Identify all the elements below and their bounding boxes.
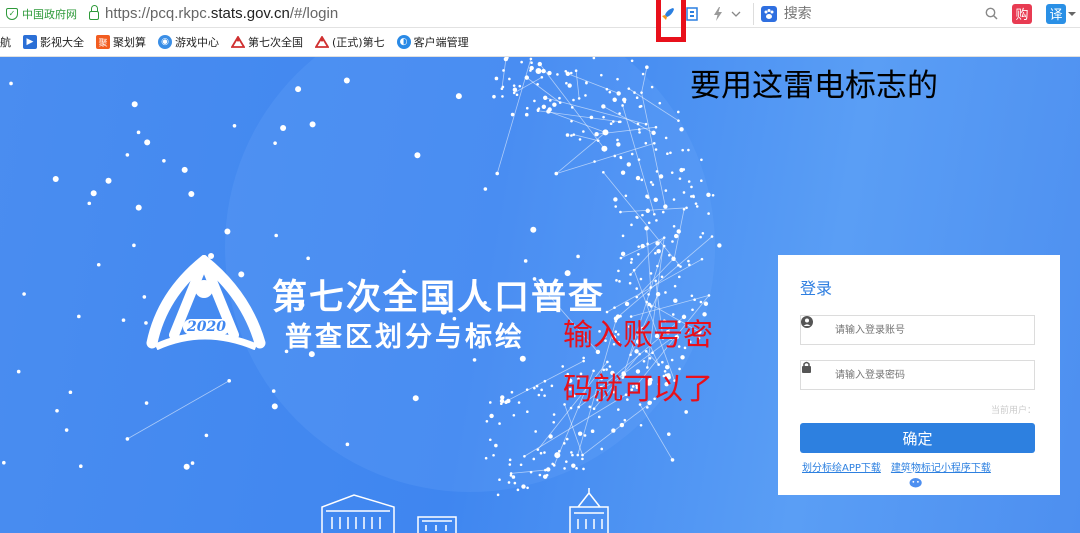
site-badge: ✓ 中国政府网: [6, 6, 77, 22]
ju-icon: 聚: [96, 35, 110, 49]
bookmark-label: 游戏中心: [175, 36, 219, 49]
highlight-box: [656, 0, 686, 42]
submit-button[interactable]: 确定: [800, 423, 1035, 453]
account-input[interactable]: [833, 323, 1027, 337]
bookmarks-bar: 航 ▶ 影视大全 聚 聚划算 ◉ 游戏中心 第七次全国 (正式)第七 ◐ 客户端…: [0, 28, 1080, 57]
building-outlines: [321, 488, 609, 533]
url-suffix: /#/login: [289, 5, 339, 22]
game-icon: ◉: [158, 35, 172, 49]
bookmark-label: 第七次全国: [248, 36, 303, 49]
hero-subtitle: 普查区划分与标绘: [285, 322, 525, 353]
password-field[interactable]: [800, 360, 1035, 390]
translate-button[interactable]: 译: [1046, 3, 1066, 24]
census-logo-icon: [315, 35, 329, 49]
user-icon: [801, 316, 825, 337]
bookmark-film[interactable]: ▶ 影视大全: [23, 34, 84, 50]
logo-year: 2020: [183, 319, 230, 335]
client-icon: ◐: [396, 35, 411, 49]
census-logo-icon: [231, 35, 245, 49]
watermark: 兰陵统计: [900, 470, 984, 500]
shop-button[interactable]: 购: [1012, 3, 1032, 24]
lock-icon: [802, 361, 825, 382]
hero-title: 第七次全国人口普查: [272, 277, 606, 318]
toolbar-right: 购 译: [659, 0, 1080, 27]
annotation-top: 要用这雷电标志的: [690, 68, 938, 104]
bookmark-label: 聚划算: [113, 36, 146, 49]
search-icon[interactable]: [982, 5, 1000, 23]
annotation-red-line1: 输入账号密: [563, 318, 713, 353]
bookmark-label: 航: [0, 36, 11, 49]
bookmark-census-official[interactable]: (正式)第七: [315, 34, 385, 50]
bookmark-nav[interactable]: 航: [0, 34, 11, 50]
bookmark-label: 客户端管理: [413, 36, 469, 49]
current-user-label: 当前用户：: [990, 406, 1036, 416]
shield-icon: ✓: [6, 7, 18, 20]
bookmark-label: (正式)第七: [332, 36, 385, 49]
site-badge-label: 中国政府网: [22, 7, 77, 21]
bookmark-juhuasuan[interactable]: 聚 聚划算: [96, 34, 146, 50]
paw-icon: [760, 5, 778, 23]
login-card: 登录 当前用户： 确定 划分标绘APP下载 建筑物标记小程序下载: [778, 255, 1060, 495]
password-input[interactable]: [833, 368, 1027, 382]
bookmark-label: 影视大全: [40, 36, 84, 49]
film-icon: ▶: [23, 35, 37, 49]
lock-icon: [89, 5, 99, 20]
url-domain: stats.gov.cn: [210, 5, 290, 22]
account-field[interactable]: [800, 315, 1035, 345]
app-download-link[interactable]: 划分标绘APP下载: [802, 459, 881, 474]
chevron-down-icon[interactable]: [727, 5, 745, 23]
login-title: 登录: [800, 279, 833, 298]
search-box[interactable]: [753, 2, 1000, 25]
census-logo: [146, 255, 266, 350]
address-bar[interactable]: ✓ 中国政府网 https://pcq.rkpc.stats.gov.cn/#/…: [0, 0, 1080, 28]
dropdown-icon[interactable]: [1066, 5, 1078, 23]
bookmark-client[interactable]: ◐ 客户端管理: [396, 34, 469, 50]
bookmark-games[interactable]: ◉ 游戏中心: [158, 34, 219, 50]
search-input[interactable]: [781, 4, 983, 23]
wechat-icon: [900, 470, 924, 489]
url-prefix: https://pcq.rkpc.: [105, 5, 211, 22]
lightning-icon[interactable]: [709, 5, 727, 23]
hero-area: 2020 第七次全国人口普查 普查区划分与标绘 要用这雷电标志的 输入账号密 码…: [0, 57, 1080, 533]
bookmark-census[interactable]: 第七次全国: [231, 34, 303, 50]
url-text[interactable]: https://pcq.rkpc.stats.gov.cn/#/login: [105, 5, 338, 22]
annotation-red-line2: 码就可以了: [563, 372, 713, 407]
